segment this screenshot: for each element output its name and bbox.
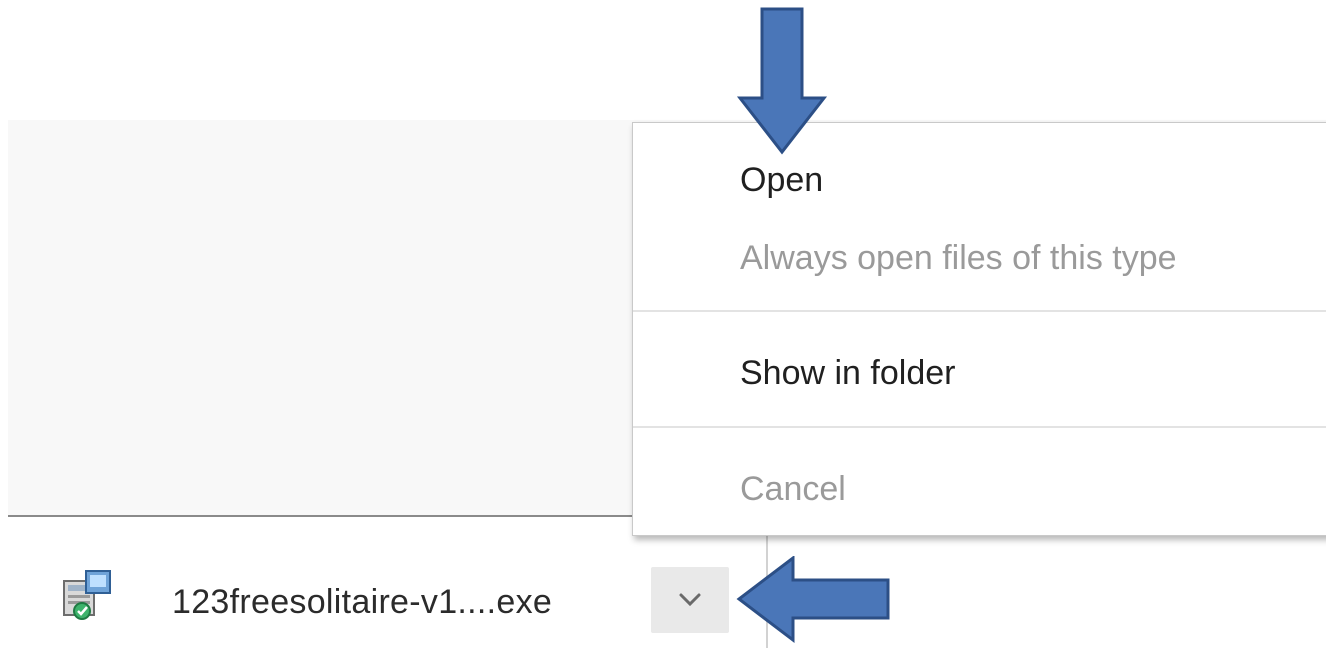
download-context-menu: Open Always open files of this type Show… [632, 122, 1326, 536]
menu-item-show-in-folder[interactable]: Show in folder [740, 354, 955, 393]
menu-item-always-open[interactable]: Always open files of this type [740, 239, 1177, 278]
down-arrow-icon [736, 7, 828, 155]
menu-item-open[interactable]: Open [740, 161, 823, 200]
left-arrow-icon [736, 556, 890, 644]
download-item[interactable] [60, 555, 116, 635]
installer-icon [63, 570, 111, 620]
menu-item-cancel[interactable]: Cancel [740, 470, 846, 509]
download-item-menu-button[interactable] [651, 567, 729, 633]
menu-separator [633, 426, 1326, 428]
menu-separator [633, 310, 1326, 312]
download-file-name[interactable]: 123freesolitaire-v1....exe [172, 583, 552, 622]
chevron-down-icon [679, 593, 701, 607]
